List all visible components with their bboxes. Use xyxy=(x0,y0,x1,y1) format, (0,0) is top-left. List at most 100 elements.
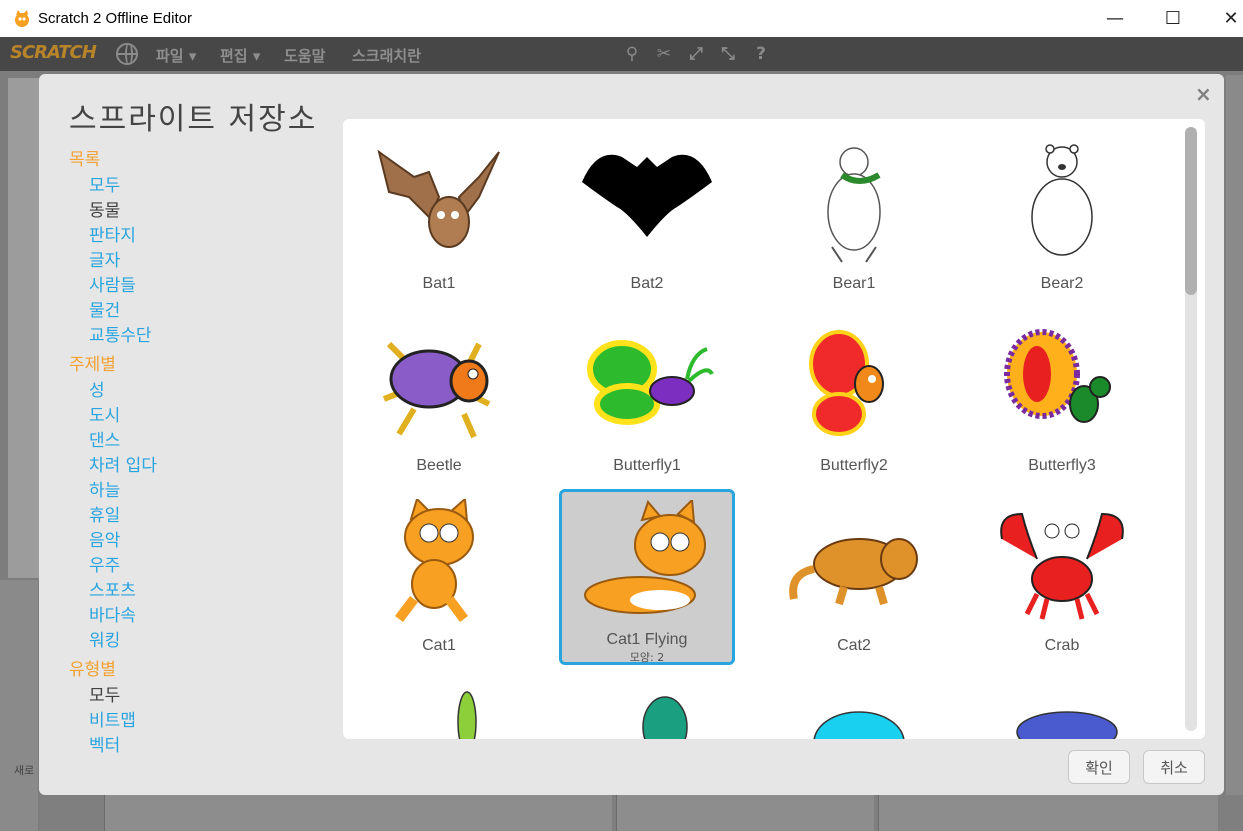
category-group-theme: 주제별 성 도시 댄스 차려 입다 하늘 휴일 음악 우주 스포츠 바다속 워킹 xyxy=(69,353,329,654)
scratch-menubar: SCRATCH 파일 ▾ 편집 ▾ 도움말 스크래치란 ⚲ ✂ ⤢ ⤡ ? xyxy=(0,37,1243,71)
cat1-thumbnail xyxy=(395,499,474,622)
type-bitmap[interactable]: 비트맵 xyxy=(69,709,329,734)
theme-castle[interactable]: 성 xyxy=(69,379,329,404)
dinosaur-thumbnail xyxy=(642,696,688,739)
theme-holiday[interactable]: 휴일 xyxy=(69,504,329,529)
sprite-tile-bat1[interactable]: Bat1 xyxy=(351,129,527,305)
sprite-tile-cat1-flying[interactable]: Cat1 Flying 모양: 2 xyxy=(559,489,735,665)
grow-icon[interactable]: ⤢ xyxy=(685,44,707,64)
theme-dance[interactable]: 댄스 xyxy=(69,429,329,454)
sprite-tile-beetle[interactable]: Beetle xyxy=(351,311,527,487)
sprite-name: Beetle xyxy=(416,457,462,474)
sprite-name: Bat1 xyxy=(422,275,456,292)
sprite-tile-cat1[interactable]: Cat1 xyxy=(351,491,527,667)
beetle-thumbnail xyxy=(382,341,491,439)
sprite-tile-bat2[interactable]: Bat2 xyxy=(559,129,735,305)
type-all[interactable]: 모두 xyxy=(69,684,329,709)
crab-thumbnail xyxy=(1000,512,1124,620)
sprite-name: Butterfly2 xyxy=(820,457,888,474)
bat2-thumbnail xyxy=(582,154,712,237)
close-window-button[interactable]: ✕ xyxy=(1208,0,1243,37)
dinosaur-thumbnail xyxy=(457,691,477,739)
sprite-name: Cat2 xyxy=(837,637,871,654)
sprite-name: Butterfly1 xyxy=(613,457,681,474)
category-letters[interactable]: 글자 xyxy=(69,249,329,274)
editor-bottom-box xyxy=(104,795,612,831)
theme-sports[interactable]: 스포츠 xyxy=(69,579,329,604)
category-people[interactable]: 사람들 xyxy=(69,274,329,299)
maximize-button[interactable]: ☐ xyxy=(1150,0,1196,37)
dialog-title: 스프라이트 저장소 xyxy=(69,102,318,137)
category-all[interactable]: 모두 xyxy=(69,174,329,199)
sprite-name: Cat1 xyxy=(422,637,456,654)
theme-space[interactable]: 우주 xyxy=(69,554,329,579)
scratch-cat-icon xyxy=(15,9,29,27)
category-sidebar: 목록 모두 동물 판타지 글자 사람들 물건 교통수단 주제별 성 도시 댄스 … xyxy=(69,148,329,763)
ok-button[interactable]: 확인 xyxy=(1068,750,1130,784)
close-icon[interactable]: × xyxy=(1195,82,1212,106)
category-fantasy[interactable]: 판타지 xyxy=(69,224,329,249)
editor-bottom-box xyxy=(616,795,874,831)
menu-file[interactable]: 파일 ▾ xyxy=(156,45,196,66)
sprite-tile-crab[interactable]: Crab xyxy=(974,491,1150,667)
bear1-thumbnail xyxy=(827,147,881,263)
category-group-list: 목록 모두 동물 판타지 글자 사람들 물건 교통수단 xyxy=(69,148,329,349)
bat1-thumbnail xyxy=(377,149,500,248)
window-titlebar: Scratch 2 Offline Editor — ☐ ✕ xyxy=(0,0,1243,37)
sprite-tile-butterfly1[interactable]: Butterfly1 xyxy=(559,311,735,487)
editor-bottom-box xyxy=(878,795,1218,831)
shrink-icon[interactable]: ⤡ xyxy=(717,44,739,64)
help-icon[interactable]: ? xyxy=(750,44,772,64)
type-vector[interactable]: 벡터 xyxy=(69,734,329,759)
sprite-tile-cat2[interactable]: Cat2 xyxy=(766,491,942,667)
globe-icon[interactable] xyxy=(116,43,138,65)
theme-city[interactable]: 도시 xyxy=(69,404,329,429)
stage-area xyxy=(8,78,40,578)
sprite-tile-bear2[interactable]: Bear2 xyxy=(974,129,1150,305)
sprite-tile-partial[interactable] xyxy=(974,674,1150,739)
category-animals[interactable]: 동물 xyxy=(69,199,329,224)
sprite-name: Bat2 xyxy=(630,275,664,292)
theme-underwater[interactable]: 바다속 xyxy=(69,604,329,629)
sprite-name: Butterfly3 xyxy=(1028,457,1096,474)
theme-flying[interactable]: 하늘 xyxy=(69,479,329,504)
menu-help[interactable]: 도움말 xyxy=(284,45,325,66)
cut-icon[interactable]: ✂ xyxy=(653,44,675,64)
sprite-name: Bear2 xyxy=(1040,275,1084,292)
category-heading: 목록 xyxy=(69,150,101,170)
new-sprite-label: 새로 xyxy=(14,764,35,777)
theme-dress-up[interactable]: 차려 입다 xyxy=(69,454,329,479)
category-heading: 주제별 xyxy=(69,355,116,375)
sprite-name: Cat1 Flying xyxy=(606,631,688,648)
sprite-tile-partial[interactable] xyxy=(351,674,527,739)
sprite-name: Crab xyxy=(1044,637,1080,654)
cat1-flying-thumbnail xyxy=(584,500,706,614)
dinosaur-thumbnail xyxy=(813,711,905,739)
category-heading: 유형별 xyxy=(69,660,116,680)
bear2-thumbnail xyxy=(1031,144,1093,256)
category-things[interactable]: 물건 xyxy=(69,299,329,324)
sprite-tile-partial[interactable] xyxy=(766,674,942,739)
category-transportation[interactable]: 교통수단 xyxy=(69,324,329,349)
scratch-logo: SCRATCH xyxy=(10,42,97,63)
costume-count: 모양: 2 xyxy=(629,651,665,664)
stamp-icon[interactable]: ⚲ xyxy=(621,44,643,64)
sprite-tile-butterfly3[interactable]: Butterfly3 xyxy=(974,311,1150,487)
theme-music[interactable]: 음악 xyxy=(69,529,329,554)
cancel-button[interactable]: 취소 xyxy=(1143,750,1205,784)
menu-about[interactable]: 스크래치란 xyxy=(352,45,421,66)
sprite-tile-butterfly2[interactable]: Butterfly2 xyxy=(766,311,942,487)
sprite-panel xyxy=(0,580,38,831)
minimize-button[interactable]: — xyxy=(1092,0,1138,37)
category-group-type: 유형별 모두 비트맵 벡터 xyxy=(69,658,329,759)
sprite-library-dialog: 스프라이트 저장소 × 목록 모두 동물 판타지 글자 사람들 물건 교통수단 … xyxy=(39,74,1224,795)
dog-thumbnail xyxy=(1016,711,1118,739)
menu-edit[interactable]: 편집 ▾ xyxy=(220,45,260,66)
grid-scrollbar-thumb[interactable] xyxy=(1185,127,1197,295)
sprite-tile-partial[interactable] xyxy=(559,674,735,739)
theme-walking[interactable]: 워킹 xyxy=(69,629,329,654)
sprite-tile-bear1[interactable]: Bear1 xyxy=(766,129,942,305)
butterfly3-thumbnail xyxy=(1004,329,1111,423)
sprite-name: Bear1 xyxy=(832,275,876,292)
window-title: Scratch 2 Offline Editor xyxy=(38,10,192,27)
